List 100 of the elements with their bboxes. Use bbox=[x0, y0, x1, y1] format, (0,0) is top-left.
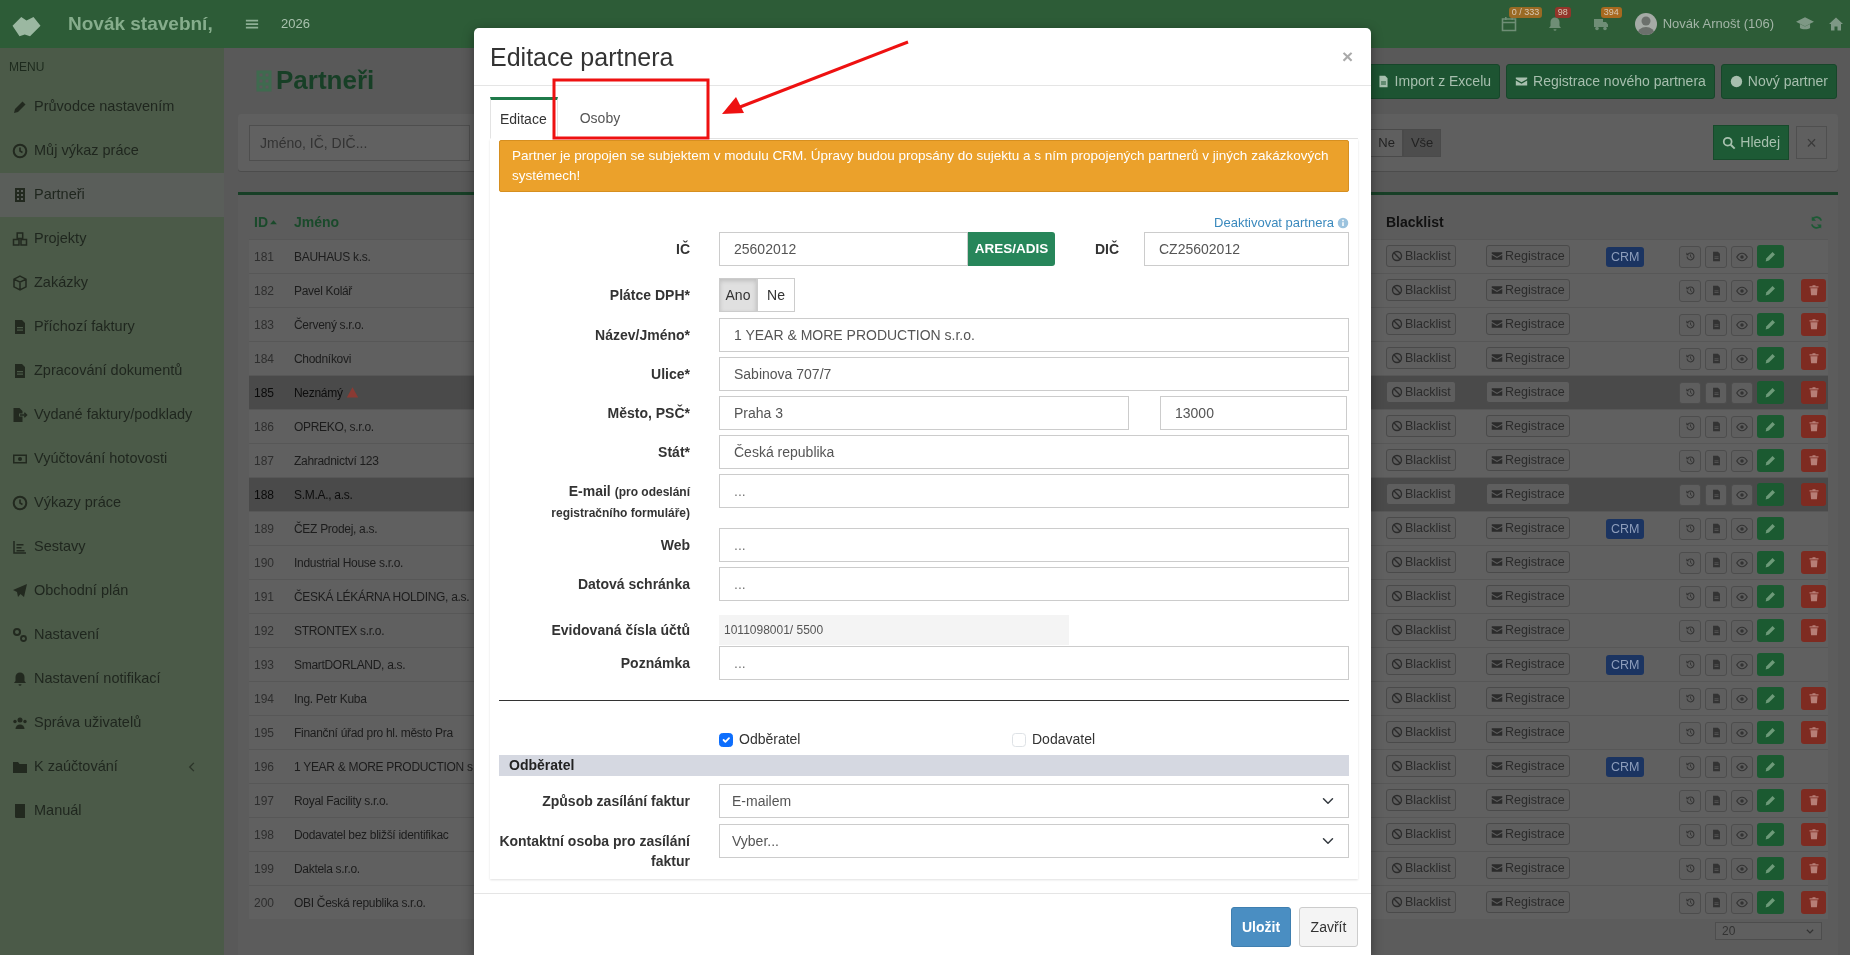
view-button[interactable] bbox=[1731, 313, 1753, 336]
delete-button[interactable] bbox=[1801, 414, 1826, 438]
menu-button[interactable] bbox=[245, 17, 259, 31]
history-button[interactable] bbox=[1679, 687, 1701, 710]
view-button[interactable] bbox=[1731, 687, 1753, 710]
tab[interactable]: Osoby bbox=[569, 97, 632, 138]
document-button[interactable] bbox=[1705, 279, 1727, 302]
delete-button[interactable] bbox=[1801, 788, 1826, 812]
edit-button[interactable] bbox=[1757, 347, 1784, 370]
document-button[interactable] bbox=[1705, 721, 1727, 744]
action-button[interactable]: Registrace nového partnera bbox=[1506, 63, 1715, 99]
document-button[interactable] bbox=[1705, 585, 1727, 608]
history-button[interactable] bbox=[1679, 415, 1701, 438]
user-name[interactable]: Novák Arnošt (106) bbox=[1662, 14, 1774, 34]
history-button[interactable] bbox=[1679, 381, 1701, 404]
footer-button[interactable]: Zavřít bbox=[1299, 907, 1358, 947]
view-button[interactable] bbox=[1731, 245, 1753, 268]
edit-button[interactable] bbox=[1757, 721, 1784, 744]
document-button[interactable] bbox=[1705, 755, 1727, 778]
document-button[interactable] bbox=[1705, 381, 1727, 404]
view-button[interactable] bbox=[1731, 279, 1753, 302]
delete-button[interactable] bbox=[1801, 482, 1826, 506]
history-button[interactable] bbox=[1679, 653, 1701, 676]
toggle-button[interactable]: Ano bbox=[719, 278, 757, 312]
edit-button[interactable] bbox=[1757, 619, 1784, 642]
input-field[interactable]: 1 YEAR & MORE PRODUCTION s.r.o. bbox=[719, 318, 1349, 352]
document-button[interactable] bbox=[1705, 619, 1727, 642]
delete-button[interactable] bbox=[1801, 346, 1826, 370]
search-button[interactable]: Hledej bbox=[1713, 125, 1789, 160]
edit-button[interactable] bbox=[1757, 449, 1784, 472]
input-field[interactable]: 13000 bbox=[1160, 396, 1347, 430]
view-button[interactable] bbox=[1731, 789, 1753, 812]
edit-button[interactable] bbox=[1757, 857, 1784, 880]
history-button[interactable] bbox=[1679, 449, 1701, 472]
document-button[interactable] bbox=[1705, 245, 1727, 268]
edit-button[interactable] bbox=[1757, 415, 1784, 438]
history-button[interactable] bbox=[1679, 891, 1701, 914]
document-button[interactable] bbox=[1705, 857, 1727, 880]
view-button[interactable] bbox=[1731, 449, 1753, 472]
history-button[interactable] bbox=[1679, 483, 1701, 506]
close-button[interactable]: × bbox=[1339, 46, 1355, 67]
delete-button[interactable] bbox=[1801, 856, 1826, 880]
document-button[interactable] bbox=[1705, 687, 1727, 710]
input-field[interactable]: ... bbox=[719, 528, 1349, 562]
select-field[interactable]: Vyber... bbox=[719, 824, 1349, 858]
delete-button[interactable] bbox=[1801, 618, 1826, 642]
input-field[interactable]: ... bbox=[719, 474, 1349, 508]
view-button[interactable] bbox=[1731, 381, 1753, 404]
edit-button[interactable] bbox=[1757, 687, 1784, 710]
history-button[interactable] bbox=[1679, 755, 1701, 778]
toggle-button[interactable]: Ne bbox=[757, 278, 795, 312]
input-field[interactable]: Česká republika bbox=[719, 435, 1349, 469]
history-button[interactable] bbox=[1679, 517, 1701, 540]
delete-button[interactable] bbox=[1801, 448, 1826, 472]
edit-button[interactable] bbox=[1757, 891, 1784, 914]
input-field[interactable]: CZ25602012 bbox=[1144, 232, 1349, 266]
input-field[interactable]: Praha 3 bbox=[719, 396, 1129, 430]
history-button[interactable] bbox=[1679, 585, 1701, 608]
document-button[interactable] bbox=[1705, 551, 1727, 574]
view-button[interactable] bbox=[1731, 653, 1753, 676]
document-button[interactable] bbox=[1705, 415, 1727, 438]
view-button[interactable] bbox=[1731, 823, 1753, 846]
view-button[interactable] bbox=[1731, 347, 1753, 370]
edit-button[interactable] bbox=[1757, 755, 1784, 778]
view-button[interactable] bbox=[1731, 619, 1753, 642]
history-button[interactable] bbox=[1679, 551, 1701, 574]
document-button[interactable] bbox=[1705, 517, 1727, 540]
delete-button[interactable] bbox=[1801, 312, 1826, 336]
edit-button[interactable] bbox=[1757, 653, 1784, 676]
document-button[interactable] bbox=[1705, 483, 1727, 506]
edit-button[interactable] bbox=[1757, 551, 1784, 574]
input-field[interactable]: 25602012 bbox=[719, 232, 968, 266]
delete-button[interactable] bbox=[1801, 550, 1826, 574]
history-button[interactable] bbox=[1679, 789, 1701, 812]
input-field[interactable]: ... bbox=[719, 567, 1349, 601]
view-button[interactable] bbox=[1731, 517, 1753, 540]
edit-button[interactable] bbox=[1757, 381, 1784, 404]
view-button[interactable] bbox=[1731, 483, 1753, 506]
delete-button[interactable] bbox=[1801, 584, 1826, 608]
history-button[interactable] bbox=[1679, 245, 1701, 268]
document-button[interactable] bbox=[1705, 789, 1727, 812]
edit-button[interactable] bbox=[1757, 313, 1784, 336]
document-button[interactable] bbox=[1705, 313, 1727, 336]
document-button[interactable] bbox=[1705, 449, 1727, 472]
view-button[interactable] bbox=[1731, 755, 1753, 778]
action-button[interactable]: Nový partner bbox=[1720, 63, 1837, 99]
edit-button[interactable] bbox=[1757, 483, 1784, 506]
history-button[interactable] bbox=[1679, 313, 1701, 336]
delete-button[interactable] bbox=[1801, 686, 1826, 710]
document-button[interactable] bbox=[1705, 823, 1727, 846]
ares-button[interactable]: ARES/ADIS bbox=[968, 232, 1055, 266]
delete-button[interactable] bbox=[1801, 822, 1826, 846]
view-button[interactable] bbox=[1731, 721, 1753, 744]
select-field[interactable]: E-mailem bbox=[719, 784, 1349, 818]
document-button[interactable] bbox=[1705, 347, 1727, 370]
history-button[interactable] bbox=[1679, 721, 1701, 744]
delete-button[interactable] bbox=[1801, 380, 1826, 404]
edit-button[interactable] bbox=[1757, 585, 1784, 608]
document-button[interactable] bbox=[1705, 653, 1727, 676]
view-button[interactable] bbox=[1731, 857, 1753, 880]
